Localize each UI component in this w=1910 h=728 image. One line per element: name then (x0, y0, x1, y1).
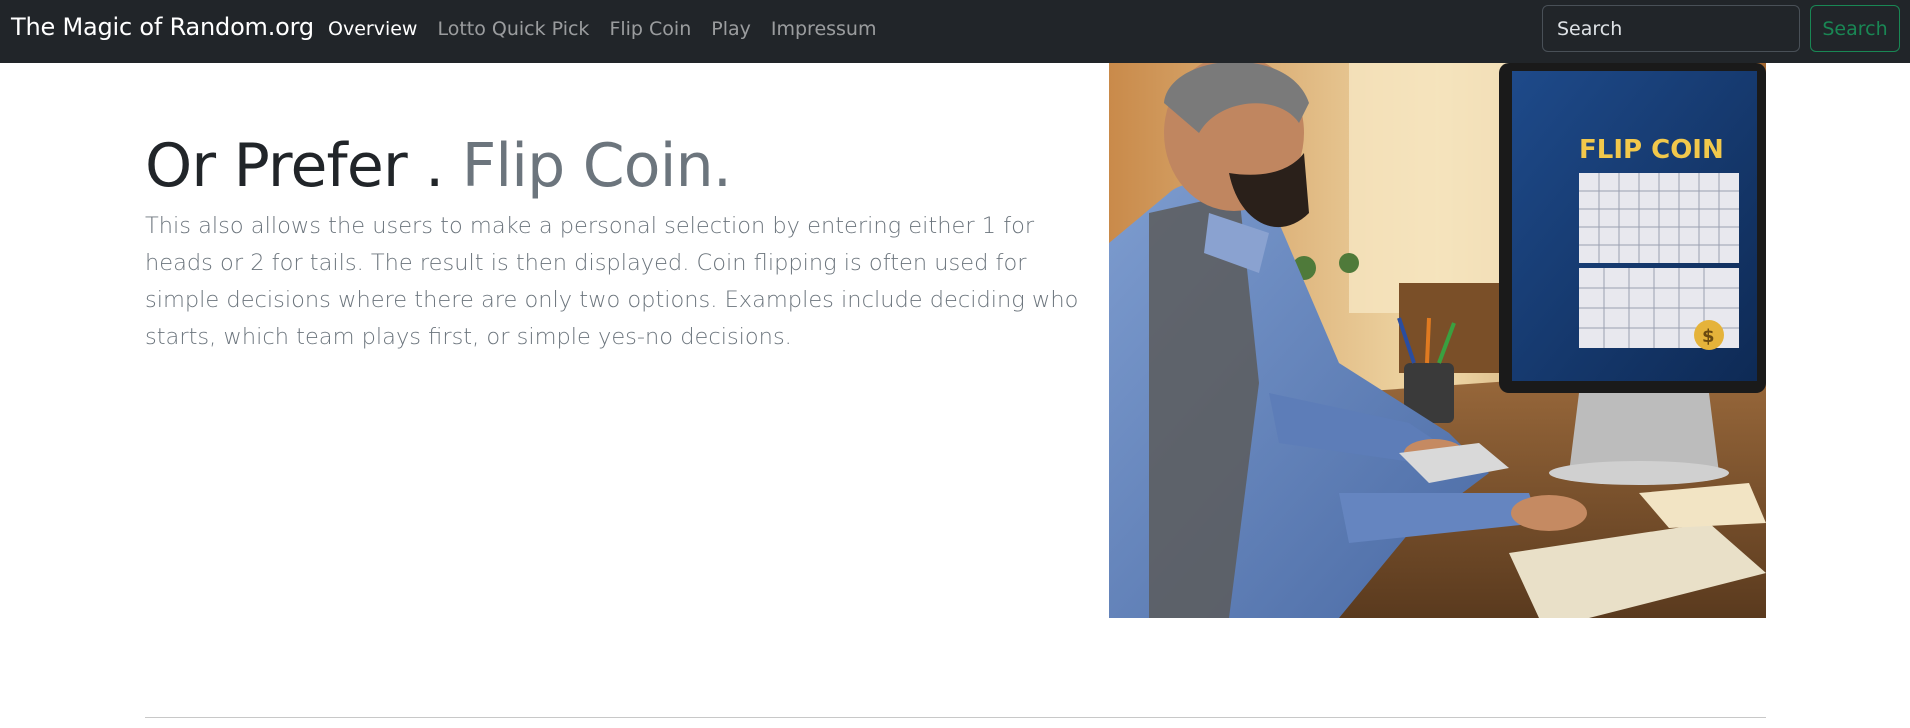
hero-image: FLIP COIN $ (1109, 63, 1766, 618)
nav-link-play[interactable]: Play (711, 18, 751, 40)
lead-paragraph: This also allows the users to make a per… (145, 213, 1079, 350)
nav-link-impressum[interactable]: Impressum (771, 18, 877, 40)
search-input[interactable] (1542, 5, 1800, 52)
search-button[interactable]: Search (1810, 5, 1900, 52)
heading-main: Or Prefer . (145, 131, 444, 201)
nav-link-lotto-quick-pick[interactable]: Lotto Quick Pick (437, 18, 589, 40)
heading-muted: Flip Coin. (461, 131, 732, 201)
nav-links: Overview Lotto Quick Pick Flip Coin Play… (328, 18, 896, 40)
nav-link-flip-coin[interactable]: Flip Coin (609, 18, 691, 40)
page-title: Or Prefer . Flip Coin. (145, 130, 732, 202)
section-divider (145, 717, 1766, 718)
top-navbar: The Magic of Random.org Overview Lotto Q… (0, 0, 1910, 63)
brand-link[interactable]: The Magic of Random.org (11, 13, 314, 41)
man-at-computer-illustration: FLIP COIN $ (1109, 63, 1766, 618)
svg-text:FLIP COIN: FLIP COIN (1579, 135, 1724, 165)
nav-link-overview[interactable]: Overview (328, 18, 417, 40)
coin-symbol: $ (1702, 326, 1715, 347)
